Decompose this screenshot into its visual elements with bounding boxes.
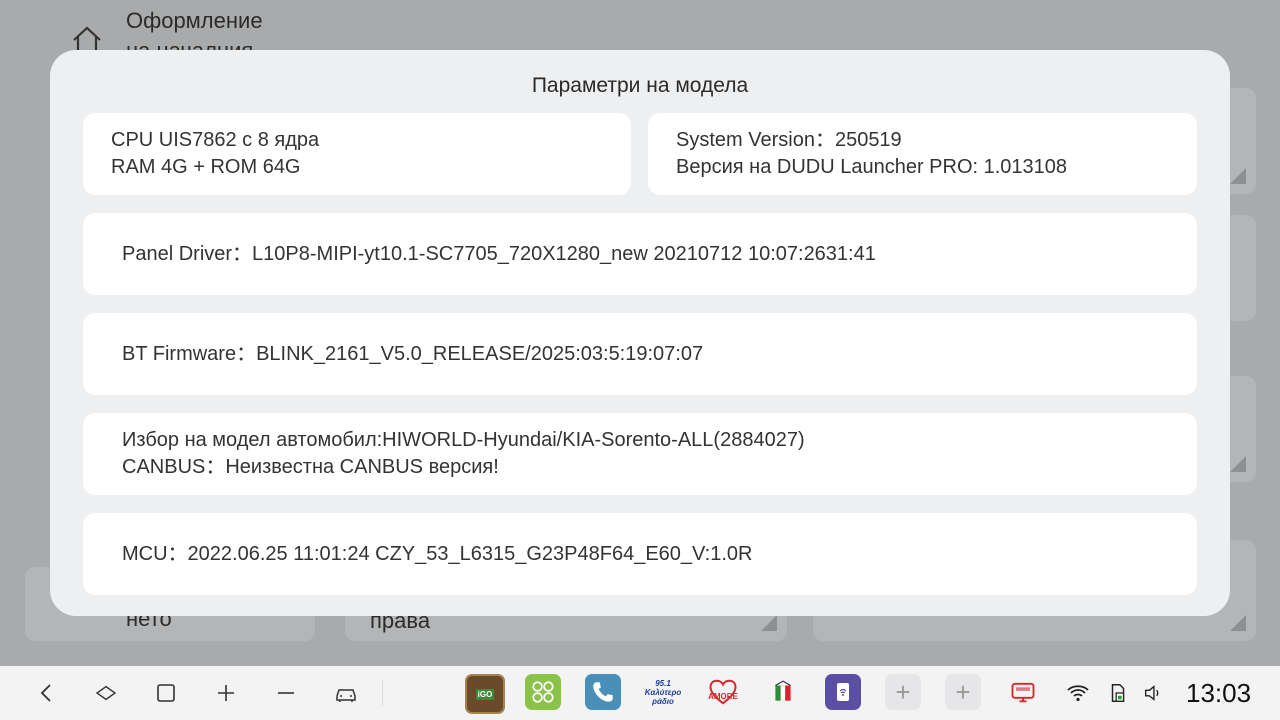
sd-card-icon (1111, 684, 1125, 702)
car-model-card: Избор на модел автомобил:HIWORLD-Hyundai… (83, 413, 1197, 495)
storage-status (1105, 680, 1131, 706)
cpu-info: CPU UIS7862 с 8 ядра (111, 129, 320, 151)
app-amore[interactable]: AMORE (705, 674, 741, 710)
mcu-version: MCU：2022.06.25 11:01:24 CZY_53_L6315_G23… (122, 543, 753, 565)
tv-icon (1011, 682, 1035, 703)
system-version: System Version：250519 (676, 129, 902, 151)
plus-icon: + (895, 677, 911, 707)
car-button[interactable] (331, 678, 361, 708)
app-slot-add-2[interactable]: + (945, 674, 981, 710)
hardware-card: CPU UIS7862 с 8 ядра RAM 4G + ROM 64G (83, 113, 631, 195)
volume-status (1140, 680, 1166, 706)
clock: 13:03 (1186, 678, 1252, 708)
back-button[interactable] (32, 678, 62, 708)
panel-driver: Panel Driver：L10P8-MIPI-yt10.1-SC7705_72… (122, 243, 876, 265)
mcu-card: MCU：2022.06.25 11:01:24 CZY_53_L6315_G23… (83, 513, 1197, 595)
station-logo-icon (775, 680, 791, 701)
navbar-divider (382, 680, 383, 706)
software-card: System Version：250519 Версия на DUDU Lau… (648, 113, 1197, 195)
car-model: Избор на модел автомобил:HIWORLD-Hyundai… (122, 429, 805, 451)
recents-icon (157, 684, 175, 702)
app-radio-951[interactable]: 95.1 Καλύτερο ράδιο (645, 674, 681, 710)
home-button[interactable] (91, 678, 121, 708)
mirror-icon (837, 683, 849, 701)
panel-driver-card: Panel Driver：L10P8-MIPI-yt10.1-SC7705_72… (83, 213, 1197, 295)
home-icon (95, 685, 117, 701)
bt-firmware: BT Firmware：BLINK_2161_V5.0_RELEASE/2025… (122, 343, 704, 365)
volume-up-button[interactable] (211, 678, 241, 708)
app-grid-launcher[interactable] (525, 674, 561, 710)
wifi-status (1065, 680, 1091, 706)
volume-down-button[interactable] (271, 678, 301, 708)
app-screen-mirror[interactable] (825, 674, 861, 710)
plus-icon: + (955, 677, 971, 707)
model-parameters-dialog: Параметри на модела CPU UIS7862 с 8 ядра… (50, 50, 1230, 616)
navigation-bar: iGO 95.1 Καλύτερο ράδιο AMORE + + 13:03 (0, 666, 1280, 720)
minus-icon (278, 692, 294, 694)
recents-button[interactable] (151, 678, 181, 708)
wifi-icon (1067, 685, 1089, 702)
app-tv[interactable] (1005, 674, 1041, 710)
radio951-label: 95.1 Καλύτερο ράδιο (645, 678, 681, 706)
app-radio-station[interactable] (765, 674, 801, 710)
plus-icon (218, 685, 234, 701)
memory-info: RAM 4G + ROM 64G (111, 156, 301, 178)
bt-firmware-card: BT Firmware：BLINK_2161_V5.0_RELEASE/2025… (83, 313, 1197, 395)
car-icon (336, 689, 356, 702)
amore-label: AMORE (708, 691, 738, 701)
canbus-version: CANBUS：Неизвестна CANBUS версия! (122, 456, 499, 478)
back-icon (40, 684, 51, 702)
launcher-version: Версия на DUDU Launcher PRO: 1.013108 (676, 156, 1068, 178)
igo-label: iGO (475, 688, 495, 700)
phone-icon (593, 682, 613, 702)
app-igo[interactable]: iGO (465, 674, 505, 714)
app-phone[interactable] (585, 674, 621, 710)
app-slot-add-1[interactable]: + (885, 674, 921, 710)
grid-icon (532, 681, 554, 703)
dialog-title: Параметри на модела (531, 74, 749, 97)
speaker-icon (1144, 685, 1159, 701)
